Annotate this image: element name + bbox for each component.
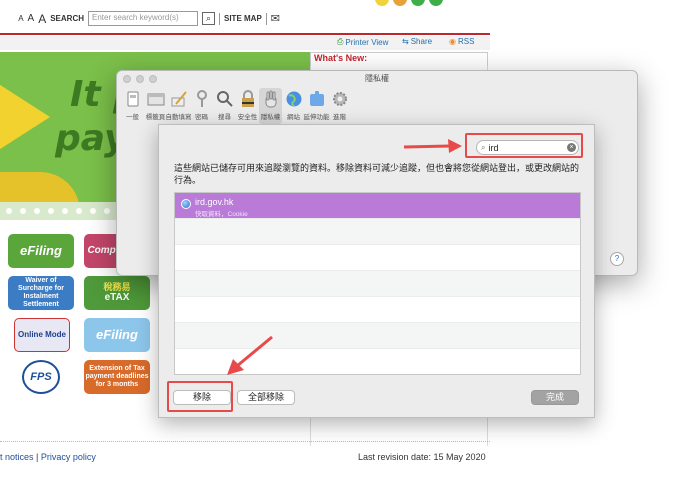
font-size-large-button[interactable]: A (38, 12, 46, 26)
etax-tile[interactable]: 稅務易 eTAX (84, 276, 150, 310)
tab-autofill[interactable]: 自動填寫 (165, 88, 192, 124)
sitemap-link[interactable]: SITE MAP (224, 14, 262, 23)
tab-label: 密碼 (195, 114, 208, 121)
screenshot-stage: A A A SEARCH Enter search keyword(s) ⌕ S… (0, 0, 698, 477)
fps-tile[interactable]: FPS (22, 360, 60, 394)
list-item[interactable]: ird.gov.hk 快取資料，Cookie (175, 193, 580, 219)
tab-extensions[interactable]: 延伸功能 (303, 88, 330, 124)
lock-icon (239, 90, 257, 108)
tab-tabs[interactable]: 標籤頁 (144, 88, 167, 124)
extension-tile[interactable]: Extension of Tax payment deadlines for 3… (84, 360, 150, 394)
banner-shape (0, 172, 80, 202)
search-label: SEARCH (50, 14, 84, 23)
remove-all-button[interactable]: 全部移除 (237, 390, 295, 405)
tab-websites[interactable]: 網站 (282, 88, 305, 124)
preferences-toolbar: 一般 標籤頁 自動填寫 密碼 搜尋 安全性 隱私權 網站 延伸功能 進階 (121, 88, 351, 124)
whats-new-heading: What's New: (310, 52, 488, 66)
window-title: 隱私權 (365, 74, 389, 83)
font-size-small-button[interactable]: A (18, 14, 23, 23)
share-link[interactable]: ⇆ Share (402, 37, 432, 46)
general-icon (124, 90, 142, 108)
printer-view-label: Printer View (345, 37, 389, 47)
empty-row (175, 219, 580, 245)
footer-divider (0, 441, 490, 442)
minimize-window-button[interactable] (136, 75, 144, 83)
banner-arrow-shape (0, 72, 50, 162)
footer-separator: | (36, 452, 39, 462)
empty-row (175, 323, 580, 349)
tab-privacy[interactable]: 隱私權 (259, 88, 282, 124)
tab-advanced[interactable]: 進階 (328, 88, 351, 124)
waiver-tile[interactable]: Waiver of Surcharge for Instalment Settl… (8, 276, 74, 310)
privacy-policy-link[interactable]: Privacy policy (41, 452, 96, 462)
important-notices-link[interactable]: t notices (0, 452, 34, 462)
tab-label: 安全性 (237, 114, 258, 121)
sheet-description: 這些網站已儲存可用來追蹤瀏覽的資料。移除資料可減少追蹤，但也會將您從網站登出，或… (174, 163, 580, 185)
autofill-icon (170, 90, 188, 108)
tabs-icon (147, 90, 165, 108)
divider (219, 12, 220, 25)
globe-icon (285, 90, 303, 108)
tab-label: 隱私權 (260, 114, 281, 121)
zoom-window-button[interactable] (149, 75, 157, 83)
efiling-tile[interactable]: eFiling (8, 234, 74, 268)
tab-search[interactable]: 搜尋 (213, 88, 236, 124)
site-header: A A A SEARCH Enter search keyword(s) ⌕ S… (0, 0, 490, 34)
site-data-types: 快取資料，Cookie (195, 211, 248, 218)
gear-icon (331, 90, 349, 108)
header-decor-icons (375, 0, 443, 6)
search-highlight-box (465, 133, 583, 158)
etax-cn-label: 稅務易 (103, 282, 131, 293)
rss-link[interactable]: ◉ RSS (449, 37, 474, 46)
utility-bar: A A A SEARCH Enter search keyword(s) ⌕ S… (18, 11, 280, 26)
tab-label: 標籤頁 (145, 114, 166, 121)
tab-general[interactable]: 一般 (121, 88, 144, 124)
empty-row (175, 349, 580, 374)
empty-row (175, 271, 580, 297)
site-search-button[interactable]: ⌕ (202, 12, 215, 25)
help-button[interactable]: ? (610, 252, 624, 266)
site-globe-icon (181, 199, 191, 209)
done-button[interactable]: 完成 (531, 390, 579, 405)
share-icon: ⇆ (402, 37, 409, 46)
online-mode-tile[interactable]: Online Mode (14, 318, 70, 352)
share-label: Share (410, 37, 433, 46)
tab-security[interactable]: 安全性 (236, 88, 259, 124)
tab-label: 一般 (126, 114, 139, 121)
tab-label: 網站 (287, 114, 300, 121)
tab-label: 進階 (333, 114, 346, 121)
rss-icon: ◉ (449, 37, 456, 46)
empty-row (175, 297, 580, 323)
printer-icon: ⎙ (337, 37, 344, 46)
window-controls (123, 75, 157, 83)
efiling-tile-2[interactable]: eFiling (84, 318, 150, 352)
tab-label: 延伸功能 (303, 114, 330, 121)
tab-label: 搜尋 (218, 114, 231, 121)
rss-label: RSS (457, 37, 475, 46)
empty-row (175, 245, 580, 271)
search-icon (216, 90, 234, 108)
tab-label: 自動填寫 (165, 114, 192, 121)
extensions-icon (308, 90, 326, 108)
site-name: ird.gov.hk (195, 197, 234, 207)
font-size-medium-button[interactable]: A (28, 13, 35, 24)
mail-icon[interactable]: ✉ (271, 12, 280, 25)
tab-passwords[interactable]: 密碼 (190, 88, 213, 124)
last-revision-date: Last revision date: 15 May 2020 (358, 452, 486, 462)
footer-links: t notices | Privacy policy (0, 452, 96, 462)
site-search-input[interactable]: Enter search keyword(s) (88, 11, 198, 26)
website-data-list[interactable]: ird.gov.hk 快取資料，Cookie (174, 192, 581, 375)
key-icon (193, 90, 211, 108)
header-rule (0, 33, 490, 35)
printer-view-link[interactable]: ⎙ Printer View (337, 37, 388, 47)
etax-label: eTAX (104, 292, 130, 304)
remove-highlight-box (167, 381, 233, 412)
manage-website-data-sheet: ⌕ ird × 這些網站已儲存可用來追蹤瀏覽的資料。移除資料可減少追蹤，但也會將… (158, 124, 595, 418)
divider (265, 12, 267, 25)
close-window-button[interactable] (123, 75, 131, 83)
hand-icon (262, 90, 280, 108)
